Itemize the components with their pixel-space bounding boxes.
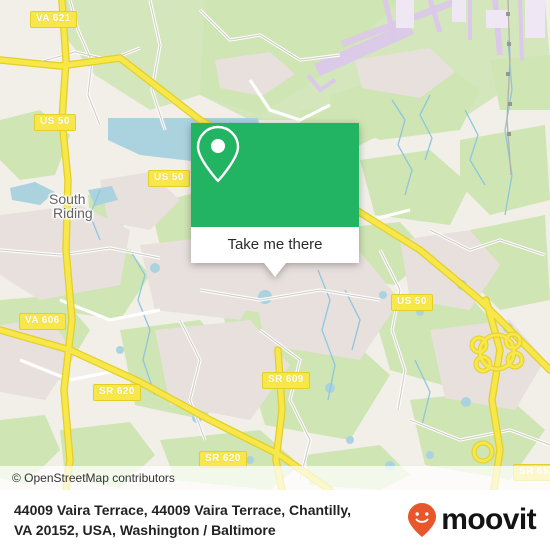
popup-tail xyxy=(264,263,286,277)
address-line-2: VA 20152, USA, Washington / Baltimore xyxy=(14,522,276,538)
popup-footer[interactable]: Take me there xyxy=(191,227,359,277)
moovit-wordmark: moovit xyxy=(441,503,536,536)
road-shield-va-606[interactable]: VA 606 xyxy=(19,313,66,330)
road-shield-us-50-mid[interactable]: US 50 xyxy=(148,170,190,187)
location-popup[interactable]: Take me there xyxy=(191,123,359,277)
road-shield-sr-620-upper[interactable]: SR 620 xyxy=(93,384,141,401)
screenshot-root: South Riding VA 621 US 50 US 50 US 50 VA… xyxy=(0,0,550,550)
map-canvas[interactable]: South Riding VA 621 US 50 US 50 US 50 VA… xyxy=(0,0,550,490)
road-shield-us-50-nw[interactable]: US 50 xyxy=(34,114,76,131)
moovit-brand[interactable]: moovit xyxy=(407,502,537,538)
address-block: 44009 Vaira Terrace, 44009 Vaira Terrace… xyxy=(14,500,414,540)
road-shield-va-621[interactable]: VA 621 xyxy=(30,11,77,28)
popup-header xyxy=(191,123,359,227)
place-label-riding: Riding xyxy=(53,205,93,221)
footer-bar: 44009 Vaira Terrace, 44009 Vaira Terrace… xyxy=(0,490,550,550)
address-line-1: 44009 Vaira Terrace, 44009 Vaira Terrace… xyxy=(14,502,352,518)
map-pin-icon xyxy=(196,125,240,183)
road-shield-sr-609[interactable]: SR 609 xyxy=(262,372,310,389)
moovit-pin-smiley-icon xyxy=(408,503,437,537)
map-attribution[interactable]: © OpenStreetMap contributors xyxy=(0,466,550,490)
road-shield-us-50-east[interactable]: US 50 xyxy=(391,294,433,311)
take-me-there-label: Take me there xyxy=(227,236,323,253)
